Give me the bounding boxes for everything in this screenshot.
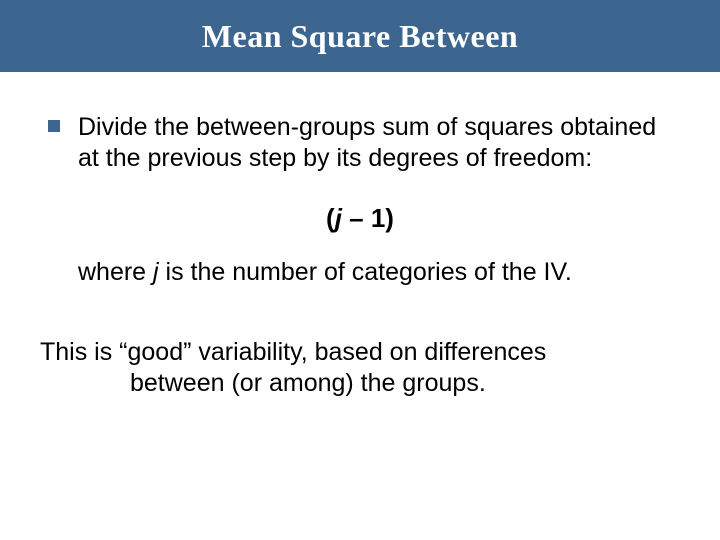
good-line1: This is “good” variability, based on dif… <box>40 338 546 366</box>
where-suffix: is the number of categories of the IV. <box>159 258 572 286</box>
slide: Mean Square Between Divide the between-g… <box>0 0 720 540</box>
good-line2: between (or among) the groups. <box>130 368 680 399</box>
where-line: where j is the number of categories of t… <box>78 258 680 287</box>
bullet-item: Divide the between-groups sum of squares… <box>40 112 680 175</box>
formula-open: ( <box>326 203 335 233</box>
title-bar: Mean Square Between <box>0 0 720 72</box>
where-prefix: where <box>78 258 153 286</box>
formula-rest: – 1) <box>342 203 394 233</box>
formula: (j – 1) <box>40 203 680 234</box>
formula-var: j <box>335 203 342 233</box>
bullet-icon <box>48 120 60 132</box>
bullet-text: Divide the between-groups sum of squares… <box>78 112 680 175</box>
good-variability-text: This is “good” variability, based on dif… <box>40 337 680 400</box>
slide-body: Divide the between-groups sum of squares… <box>0 72 720 399</box>
slide-title: Mean Square Between <box>202 18 518 55</box>
